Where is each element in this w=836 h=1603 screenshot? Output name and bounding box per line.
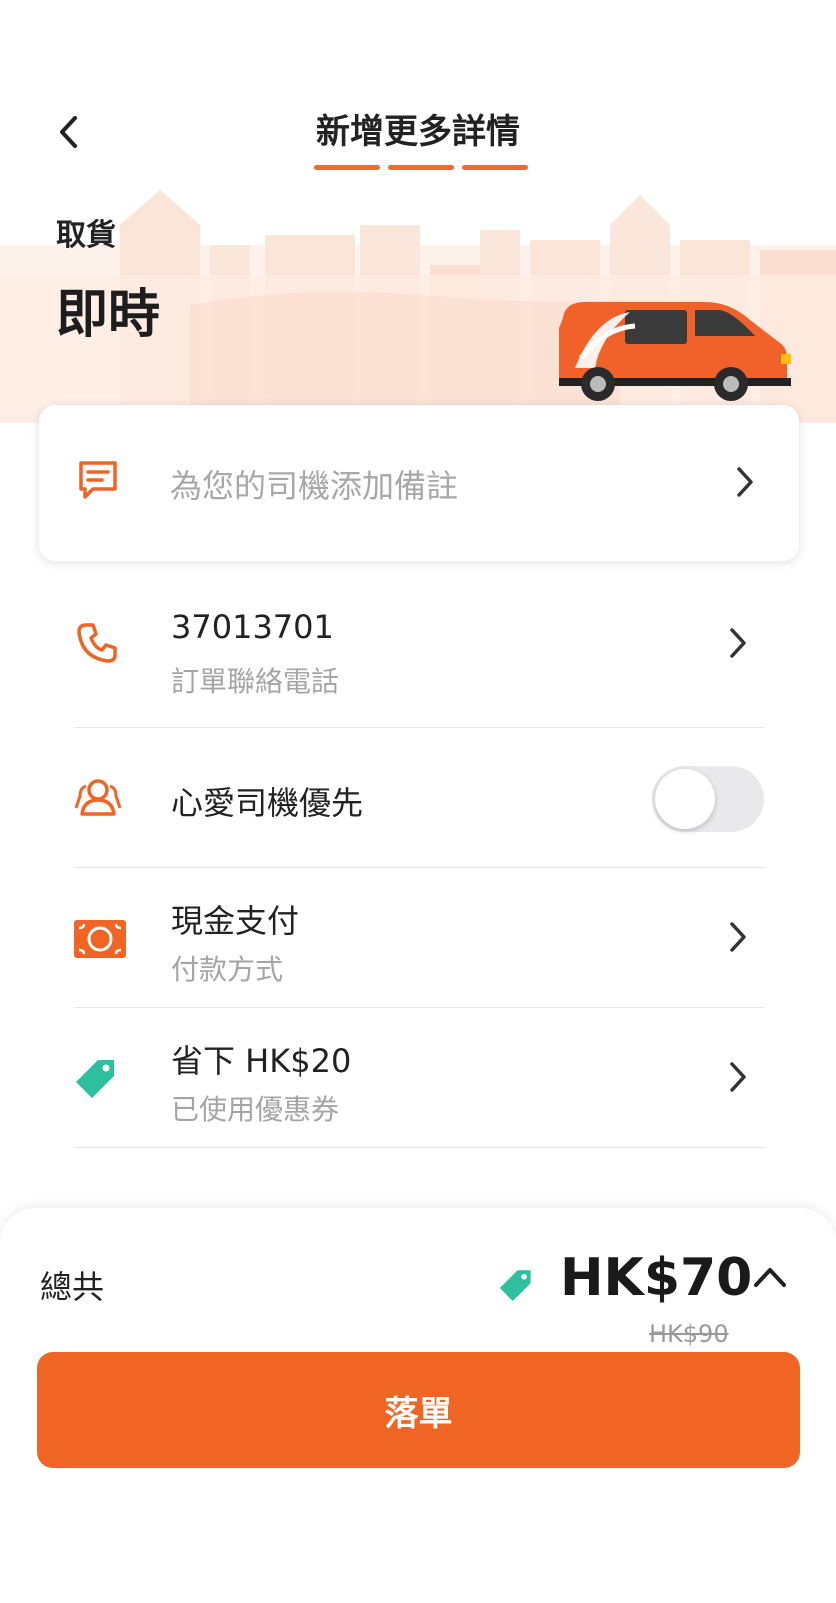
top-bar: 新增更多詳情: [0, 0, 836, 185]
progress-step-1: [314, 165, 380, 170]
coupon-row[interactable]: 省下 HK$20 已使用優惠券: [74, 1008, 764, 1148]
note-icon: [79, 461, 117, 499]
progress-steps: [314, 165, 528, 170]
chevron-right-icon: [730, 628, 746, 658]
van-illustration: [559, 302, 791, 401]
phone-icon: [77, 623, 117, 663]
page-title: 新增更多詳情: [316, 112, 520, 152]
coupon-tag-icon: [76, 1060, 114, 1098]
favorite-driver-label: 心愛司機優先: [171, 784, 364, 822]
toggle-knob: [655, 769, 715, 829]
progress-step-2: [388, 165, 454, 170]
payment-method-row[interactable]: 現金支付 付款方式: [74, 868, 764, 1008]
contact-phone-row[interactable]: 37013701 訂單聯絡電話: [74, 580, 764, 728]
coupon-status: 已使用優惠券: [171, 1093, 340, 1126]
contact-phone-label: 訂單聯絡電話: [171, 665, 340, 698]
total-label: 總共: [40, 1268, 105, 1306]
payment-method-label: 付款方式: [171, 953, 284, 986]
payment-method-value: 現金支付: [171, 902, 300, 940]
driver-note-placeholder: 為您的司機添加備註: [170, 467, 459, 505]
pickup-time-value: 即時: [56, 285, 161, 345]
chevron-right-icon: [737, 467, 753, 497]
total-price: HK$70: [560, 1248, 753, 1308]
pickup-label: 取貨: [56, 218, 116, 253]
chevron-right-icon: [730, 922, 746, 952]
contact-phone-number: 37013701: [171, 608, 334, 646]
chevron-right-icon: [730, 1062, 746, 1092]
place-order-button[interactable]: 落單: [37, 1352, 800, 1468]
driver-icon: [74, 779, 122, 816]
favorite-driver-toggle[interactable]: [652, 766, 764, 832]
driver-note-card[interactable]: 為您的司機添加備註: [39, 405, 799, 561]
chevron-up-icon[interactable]: [752, 1265, 788, 1289]
progress-step-3: [462, 165, 528, 170]
original-price: HK$90: [649, 1320, 729, 1348]
cash-icon: [74, 920, 126, 958]
coupon-tag-icon: [499, 1270, 531, 1301]
favorite-driver-row: 心愛司機優先: [74, 728, 764, 868]
coupon-savings: 省下 HK$20: [171, 1042, 352, 1080]
